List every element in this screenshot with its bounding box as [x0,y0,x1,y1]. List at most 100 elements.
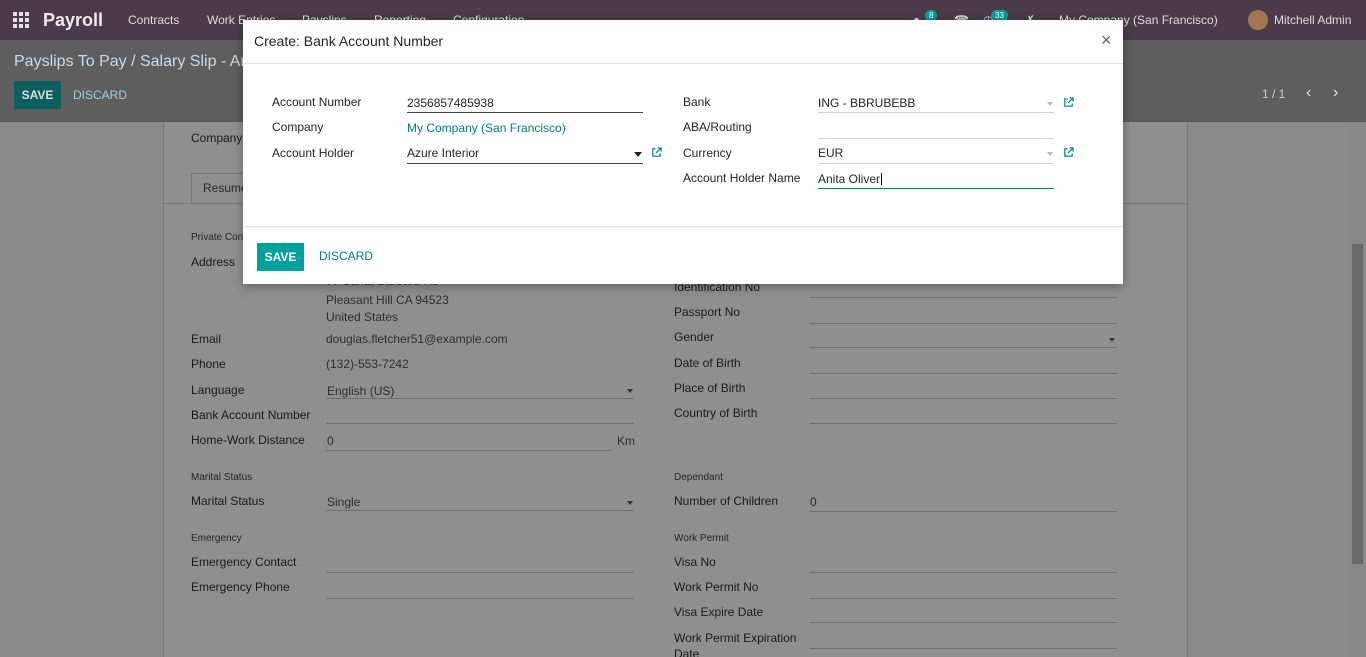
user-menu[interactable]: Mitchell Admin [1274,13,1351,27]
language-underline [326,398,634,399]
holder-name-label: Account Holder Name [683,171,801,185]
permit-no-label: Work Permit No [674,580,759,594]
dialog-discard-button[interactable]: DISCARD [319,249,373,263]
dependant-section: Dependant [674,472,723,483]
app-name[interactable]: Payroll [43,10,103,31]
language-label: Language [191,383,245,397]
create-bank-account-dialog: Create: Bank Account Number × Account Nu… [243,20,1123,284]
visa-expire-field[interactable] [810,622,1117,623]
passport-field[interactable] [810,323,1117,324]
phone-field[interactable]: (132)-553-7242 [326,357,409,371]
children-field[interactable]: 0 [810,495,817,509]
passport-label: Passport No [674,305,741,319]
chevron-down-icon[interactable] [1047,152,1053,156]
scrollbar-thumb[interactable] [1352,244,1363,564]
holder-name-input[interactable]: Anita Oliver [818,172,883,186]
account-number-underline [407,112,643,113]
emergency-section: Emergency [191,533,242,544]
external-link-icon[interactable] [1063,97,1074,108]
bank-account-field[interactable] [326,423,634,424]
permit-exp-label: Work Permit Expiration [674,631,797,645]
scrollbar[interactable] [1349,122,1366,657]
gender-field[interactable] [810,347,1117,348]
save-button[interactable]: SAVE [14,81,61,109]
external-link-icon[interactable] [651,147,662,158]
chevron-down-icon[interactable] [627,389,633,393]
emergency-contact-label: Emergency Contact [191,555,297,569]
distance-underline [326,450,611,451]
private-contact-section: Private Con [191,232,244,243]
routing-label: ABA/Routing [683,120,752,134]
email-label: Email [191,332,222,346]
permit-exp-label-2: Date [674,647,700,657]
cob-label: Country of Birth [674,406,758,420]
bank-label: Bank [683,95,711,109]
account-number-label: Account Number [272,95,362,109]
currency-underline [818,163,1054,164]
marital-underline [326,510,634,511]
holder-name-value: Anita Oliver [818,172,881,186]
dialog-footer: SAVE DISCARD [243,226,1123,284]
close-icon[interactable]: × [1101,30,1112,51]
distance-field[interactable]: 0 [327,434,334,448]
dialog-title: Create: Bank Account Number [254,33,444,49]
dob-field[interactable] [810,373,1117,374]
company-label: Company [272,120,324,134]
apps-menu-icon[interactable] [13,12,29,28]
dob-label: Date of Birth [674,356,741,370]
tab-resume[interactable]: Resume [191,173,251,203]
email-field[interactable]: douglas.fletcher51@example.com [326,332,508,346]
company-label: Company [191,131,243,145]
dialog-save-button[interactable]: SAVE [257,243,304,271]
distance-unit: Km [617,434,635,448]
avatar[interactable] [1248,10,1268,30]
gender-label: Gender [674,330,715,344]
language-select[interactable]: English (US) [327,384,394,398]
account-number-input[interactable]: 2356857485938 [407,96,494,110]
chevron-right-icon[interactable]: › [1333,84,1338,102]
children-underline [810,511,1117,512]
work-permit-section: Work Permit [674,533,729,544]
emergency-phone-label: Emergency Phone [191,580,290,594]
account-holder-label: Account Holder [272,146,355,160]
tab-resume-label: Resume [203,181,248,195]
cob-field[interactable] [810,423,1117,424]
text-cursor [881,173,883,185]
distance-label: Home-Work Distance [191,433,305,447]
address-line2: Pleasant Hill CA 94523 [326,293,449,307]
routing-input[interactable] [818,138,1054,139]
address-line3: United States [326,310,399,324]
bank-select[interactable]: ING - BBRUBEBB [818,96,915,110]
children-label: Number of Children [674,494,779,508]
account-holder-underline [407,163,643,164]
emergency-phone-field[interactable] [326,598,634,599]
pob-field[interactable] [810,398,1117,399]
discard-button[interactable]: DISCARD [73,88,127,102]
emergency-contact-field[interactable] [326,572,634,573]
pager-value[interactable]: 1 / 1 [1262,87,1285,101]
bank-underline [818,112,1054,113]
chevron-down-icon[interactable] [634,152,642,157]
visa-label: Visa No [674,555,716,569]
holder-name-underline [818,188,1054,189]
account-holder-select[interactable]: Azure Interior [407,146,479,160]
breadcrumb[interactable]: Payslips To Pay / Salary Slip - An [14,53,249,71]
visa-field[interactable] [810,572,1117,573]
marital-select[interactable]: Single [327,495,360,509]
menu-contracts[interactable]: Contracts [128,13,179,27]
external-link-icon[interactable] [1063,147,1074,158]
permit-exp-field[interactable] [810,648,1117,649]
currency-select[interactable]: EUR [818,146,843,160]
address-label: Address [191,255,236,269]
pob-label: Place of Birth [674,381,746,395]
chevron-down-icon[interactable] [1047,102,1053,106]
company-link[interactable]: My Company (San Francisco) [407,121,566,135]
currency-label: Currency [683,146,732,160]
identification-field[interactable] [810,297,1117,298]
marital-section: Marital Status [191,472,253,483]
chevron-left-icon[interactable]: ‹ [1306,84,1311,102]
chevron-down-icon[interactable] [1109,338,1115,342]
chevron-down-icon[interactable] [627,501,633,505]
permit-no-field[interactable] [810,598,1117,599]
phone-label: Phone [191,357,226,371]
